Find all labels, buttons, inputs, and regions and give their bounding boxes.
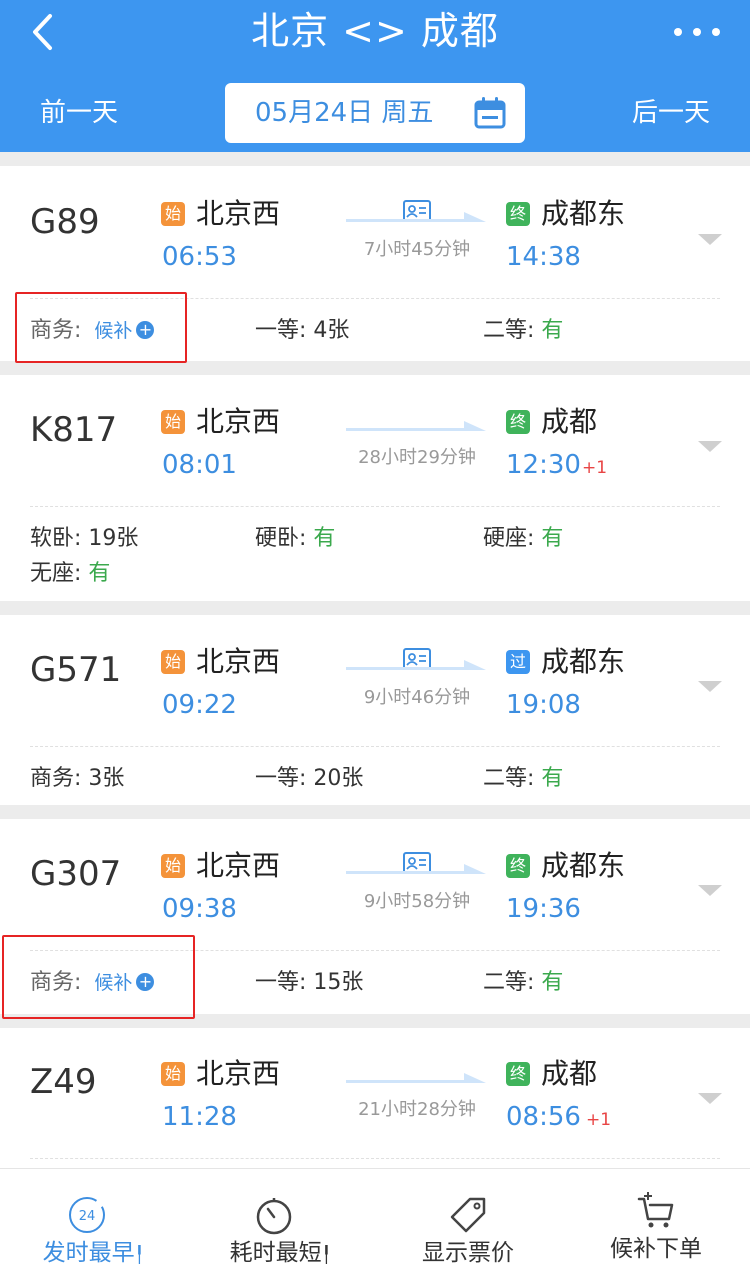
price-tag-icon [450, 1197, 486, 1233]
train-card[interactable]: G89 始 北京西 06:53 7小时45分钟 终 成都东 14:38 商务: … [0, 166, 750, 363]
seat-second-class: 二等: 有 [483, 970, 564, 995]
train-number: G89 [30, 202, 100, 242]
origin-badge: 始 [161, 1062, 185, 1086]
departure-time: 09:38 [162, 894, 237, 924]
tab-label: 候补下单 [610, 1236, 702, 1262]
train-card[interactable]: K817 始 北京西 08:01 28小时29分钟 终 成都 12:30 +1 … [0, 375, 750, 601]
next-day-button[interactable]: 后一天 [632, 94, 710, 132]
departure-time: 09:22 [162, 690, 237, 720]
top-header: 北京 <> 成都 前一天 05月24日 周五 后一天 [0, 0, 750, 152]
calendar-icon [474, 97, 506, 129]
destination-badge: 终 [506, 1062, 530, 1086]
departure-station: 北京西 [196, 197, 281, 230]
seat-first-class: 一等: 15张 [255, 970, 364, 995]
tab-label: 发时最早╿ [42, 1240, 145, 1266]
arrival-station: 成都东 [541, 197, 626, 230]
next-day-indicator: +1 [582, 458, 608, 478]
show-price-tab[interactable]: 显示票价 [374, 1169, 562, 1281]
travel-duration: 9小时46分钟 [363, 687, 471, 708]
highlight-box [2, 935, 195, 1019]
seat-hard-seat: 硬座: 有 [483, 526, 564, 551]
seat-business: 商务: 3张 [30, 766, 125, 791]
next-day-indicator: +1 [586, 1110, 612, 1130]
arrival-time: 19:08 [506, 690, 581, 720]
arrival-time: 14:38 [506, 242, 581, 272]
train-number: G307 [30, 854, 122, 894]
direction-arrow-icon [346, 660, 486, 670]
arrival-time: 12:30 [506, 450, 581, 480]
departure-station: 北京西 [196, 849, 281, 882]
route-title: 北京 <> 成都 [251, 9, 499, 53]
travel-duration: 21小时28分钟 [358, 1099, 476, 1120]
seat-second-class: 二等: 有 [483, 318, 564, 343]
pass-through-badge: 过 [506, 650, 530, 674]
chevron-down-icon[interactable] [698, 439, 722, 453]
direction-arrow-icon [346, 421, 486, 431]
clock-24-icon: 24 [69, 1197, 105, 1233]
arrival-station: 成都 [541, 405, 598, 438]
seat-second-class: 二等: 有 [483, 766, 564, 791]
bottom-sort-bar: 24 发时最早╿ 耗时最短╿ 显示票价 候补下单 [0, 1168, 750, 1281]
origin-badge: 始 [161, 854, 185, 878]
dot-icon [674, 28, 682, 36]
arrival-time: 19:36 [506, 894, 581, 924]
direction-arrow-icon [346, 864, 486, 874]
chevron-down-icon[interactable] [698, 883, 722, 897]
origin-badge: 始 [161, 410, 185, 434]
arrival-time: 08:56 [506, 1102, 581, 1132]
stopwatch-icon [256, 1198, 292, 1235]
date-label: 05月24日 周五 [255, 98, 434, 128]
train-number: Z49 [30, 1062, 97, 1102]
tab-label: 显示票价 [422, 1240, 514, 1266]
train-card[interactable]: G307 始 北京西 09:38 9小时58分钟 终 成都东 19:36 商务:… [0, 819, 750, 1019]
chevron-down-icon[interactable] [698, 232, 722, 246]
seat-standing: 无座: 有 [30, 561, 111, 586]
departure-station: 北京西 [196, 645, 281, 678]
seat-first-class: 一等: 4张 [255, 318, 350, 343]
svg-text:24: 24 [79, 1209, 96, 1224]
direction-arrow-icon [346, 1073, 486, 1083]
seat-soft-sleeper: 软卧: 19张 [30, 526, 139, 551]
arrival-station: 成都东 [541, 645, 626, 678]
destination-badge: 终 [506, 202, 530, 226]
departure-station: 北京西 [196, 405, 281, 438]
prev-day-button[interactable]: 前一天 [40, 94, 118, 132]
chevron-down-icon[interactable] [698, 679, 722, 693]
origin-badge: 始 [161, 650, 185, 674]
sort-earliest-departure-tab[interactable]: 24 发时最早╿ [0, 1169, 187, 1281]
origin-badge: 始 [161, 202, 185, 226]
train-card[interactable]: G571 始 北京西 09:22 9小时46分钟 过 成都东 19:08 商务:… [0, 615, 750, 805]
train-number: K817 [30, 410, 118, 450]
travel-duration: 28小时29分钟 [358, 447, 476, 468]
date-picker[interactable]: 05月24日 周五 [225, 83, 525, 143]
direction-arrow-icon [346, 212, 486, 222]
destination-badge: 终 [506, 410, 530, 434]
destination-badge: 终 [506, 854, 530, 878]
chevron-down-icon[interactable] [698, 1091, 722, 1105]
train-number: G571 [30, 650, 122, 690]
more-options-button[interactable] [674, 22, 720, 42]
seat-hard-sleeper: 硬卧: 有 [255, 526, 336, 551]
cart-add-icon [637, 1192, 674, 1228]
dot-icon [712, 28, 720, 36]
seat-first-class: 一等: 20张 [255, 766, 364, 791]
dot-icon [693, 28, 701, 36]
arrival-station: 成都东 [541, 849, 626, 882]
departure-time: 11:28 [162, 1102, 237, 1132]
train-list: G89 始 北京西 06:53 7小时45分钟 终 成都东 14:38 商务: … [0, 152, 750, 1228]
travel-duration: 9小时58分钟 [363, 891, 471, 912]
travel-duration: 7小时45分钟 [363, 239, 471, 260]
arrival-station: 成都 [541, 1057, 598, 1090]
highlight-box [15, 292, 187, 363]
departure-station: 北京西 [196, 1057, 281, 1090]
waitlist-order-tab[interactable]: 候补下单 [562, 1169, 750, 1281]
departure-time: 06:53 [162, 242, 237, 272]
departure-time: 08:01 [162, 450, 237, 480]
sort-shortest-duration-tab[interactable]: 耗时最短╿ [187, 1169, 374, 1281]
tab-label: 耗时最短╿ [229, 1240, 332, 1266]
